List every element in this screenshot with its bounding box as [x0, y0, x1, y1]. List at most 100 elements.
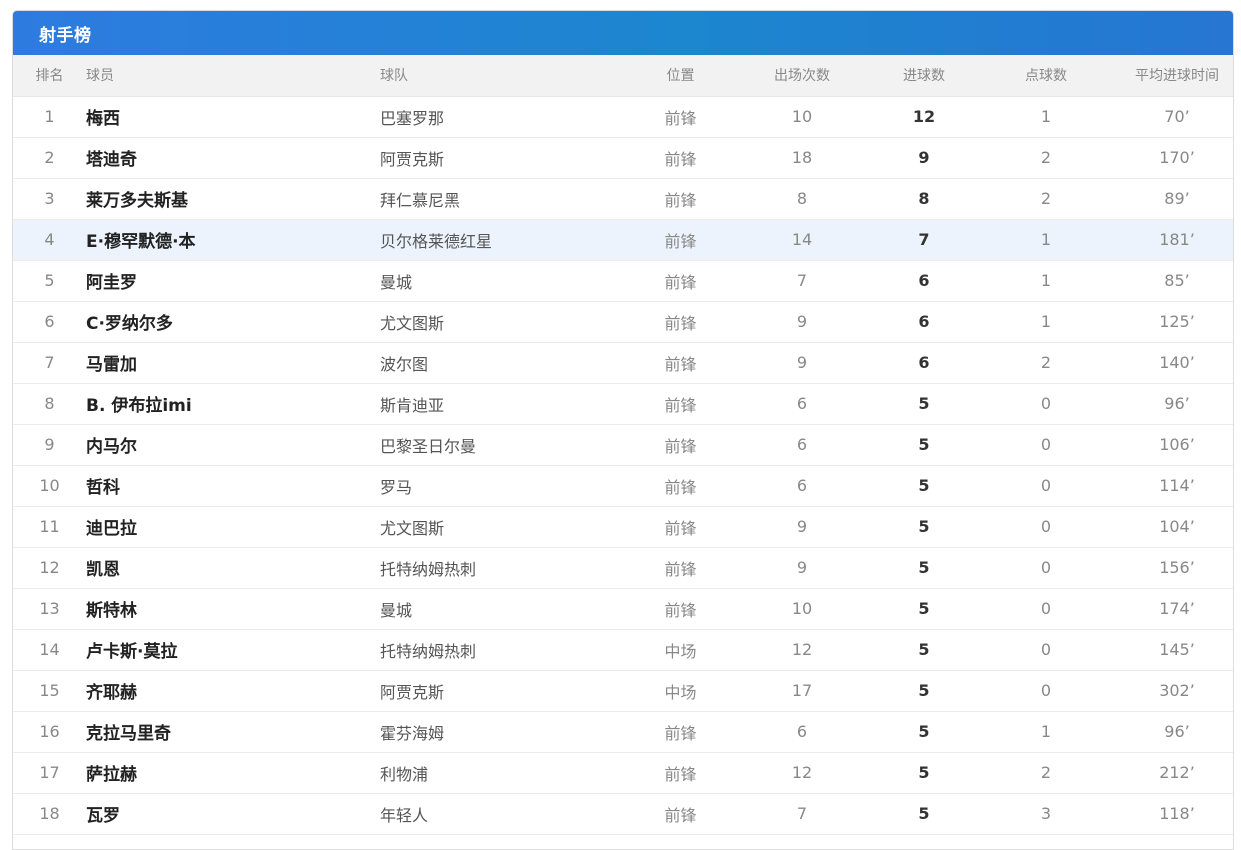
- cell-penalties: 1: [973, 711, 1119, 753]
- cell-player[interactable]: 萨拉赫: [86, 752, 380, 794]
- cell-rank: 3: [13, 178, 86, 220]
- cell-avg-goal-time: 96’: [1119, 711, 1233, 753]
- cell-goals: 5: [875, 793, 973, 835]
- header-position[interactable]: 位置: [632, 55, 729, 97]
- cell-position: 前锋: [632, 96, 729, 138]
- cell-player[interactable]: 梅西: [86, 96, 380, 138]
- cell-team[interactable]: 年轻人: [380, 793, 632, 835]
- table-row[interactable]: 15 齐耶赫 阿贾克斯 中场 17 5 0 302’: [13, 670, 1233, 712]
- table-row[interactable]: 14 卢卡斯·莫拉 托特纳姆热刺 中场 12 5 0 145’: [13, 629, 1233, 671]
- table-row[interactable]: 11 迪巴拉 尤文图斯 前锋 9 5 0 104’: [13, 506, 1233, 548]
- table-row[interactable]: 16 克拉马里奇 霍芬海姆 前锋 6 5 1 96’: [13, 711, 1233, 753]
- table-row[interactable]: 18 瓦罗 年轻人 前锋 7 5 3 118’: [13, 793, 1233, 835]
- cell-penalties: 0: [973, 506, 1119, 548]
- cell-avg-goal-time: 170’: [1119, 137, 1233, 179]
- cell-player[interactable]: B. 伊布拉imi: [86, 383, 380, 425]
- cell-appearances: 17: [729, 670, 875, 712]
- cell-penalties: 0: [973, 588, 1119, 630]
- cell-player[interactable]: 内马尔: [86, 424, 380, 466]
- cell-penalties: 0: [973, 383, 1119, 425]
- cell-avg-goal-time: 96’: [1119, 383, 1233, 425]
- cell-position: 前锋: [632, 137, 729, 179]
- cell-team[interactable]: 阿贾克斯: [380, 670, 632, 712]
- table-row[interactable]: 6 C·罗纳尔多 尤文图斯 前锋 9 6 1 125’: [13, 301, 1233, 343]
- table-row[interactable]: 8 B. 伊布拉imi 斯肯迪亚 前锋 6 5 0 96’: [13, 383, 1233, 425]
- cell-rank: 9: [13, 424, 86, 466]
- cell-rank: 1: [13, 96, 86, 138]
- cell-team[interactable]: 托特纳姆热刺: [380, 629, 632, 671]
- table-row[interactable]: 12 凯恩 托特纳姆热刺 前锋 9 5 0 156’: [13, 547, 1233, 589]
- cell-penalties: 2: [973, 752, 1119, 794]
- cell-position: 前锋: [632, 588, 729, 630]
- cell-player[interactable]: C·罗纳尔多: [86, 301, 380, 343]
- table-row[interactable]: 4 E·穆罕默德·本 贝尔格莱德红星 前锋 14 7 1 181’: [13, 219, 1233, 261]
- table-row[interactable]: 13 斯特林 曼城 前锋 10 5 0 174’: [13, 588, 1233, 630]
- cell-penalties: 2: [973, 137, 1119, 179]
- table-row[interactable]: 10 哲科 罗马 前锋 6 5 0 114’: [13, 465, 1233, 507]
- cell-player[interactable]: 迪巴拉: [86, 506, 380, 548]
- header-goals[interactable]: 进球数: [875, 55, 973, 97]
- cell-player[interactable]: 莱万多夫斯基: [86, 178, 380, 220]
- table-row[interactable]: 2 塔迪奇 阿贾克斯 前锋 18 9 2 170’: [13, 137, 1233, 179]
- cell-player[interactable]: 瓦罗: [86, 793, 380, 835]
- cell-rank: 7: [13, 342, 86, 384]
- cell-position: 前锋: [632, 342, 729, 384]
- cell-player[interactable]: 哲科: [86, 465, 380, 507]
- cell-team[interactable]: 贝尔格莱德红星: [380, 219, 632, 261]
- cell-goals: 12: [875, 96, 973, 138]
- cell-penalties: 1: [973, 96, 1119, 138]
- cell-team[interactable]: 巴黎圣日尔曼: [380, 424, 632, 466]
- cell-team[interactable]: 尤文图斯: [380, 506, 632, 548]
- header-appearances[interactable]: 出场次数: [729, 55, 875, 97]
- cell-player[interactable]: 克拉马里奇: [86, 711, 380, 753]
- header-avg-goal-time[interactable]: 平均进球时间: [1119, 55, 1233, 97]
- cell-team[interactable]: 霍芬海姆: [380, 711, 632, 753]
- header-team[interactable]: 球队: [380, 55, 632, 97]
- cell-player[interactable]: E·穆罕默德·本: [86, 219, 380, 261]
- cell-penalties: 0: [973, 424, 1119, 466]
- cell-appearances: 10: [729, 96, 875, 138]
- table-row[interactable]: 1 梅西 巴塞罗那 前锋 10 12 1 70’: [13, 96, 1233, 138]
- cell-team[interactable]: 波尔图: [380, 342, 632, 384]
- cell-rank: 2: [13, 137, 86, 179]
- cell-player[interactable]: 马雷加: [86, 342, 380, 384]
- cell-player[interactable]: 阿圭罗: [86, 260, 380, 302]
- top-scorers-panel: 射手榜 排名 球员 球队 位置 出场次数 进球数 点球数 平均进球时间 1 梅西巴…: [12, 10, 1234, 850]
- cell-appearances: 14: [729, 219, 875, 261]
- header-penalties[interactable]: 点球数: [973, 55, 1119, 97]
- cell-player[interactable]: 凯恩: [86, 547, 380, 589]
- cell-team[interactable]: 尤文图斯: [380, 301, 632, 343]
- cell-position: 中场: [632, 670, 729, 712]
- cell-avg-goal-time: 89’: [1119, 178, 1233, 220]
- cell-team[interactable]: 罗马: [380, 465, 632, 507]
- cell-rank: 8: [13, 383, 86, 425]
- cell-appearances: 9: [729, 342, 875, 384]
- table-row[interactable]: 9 内马尔 巴黎圣日尔曼 前锋 6 5 0 106’: [13, 424, 1233, 466]
- cell-team[interactable]: 阿贾克斯: [380, 137, 632, 179]
- cell-team[interactable]: 利物浦: [380, 752, 632, 794]
- table-row[interactable]: 7 马雷加 波尔图 前锋 9 6 2 140’: [13, 342, 1233, 384]
- cell-penalties: 2: [973, 178, 1119, 220]
- cell-goals: 9: [875, 137, 973, 179]
- cell-position: 前锋: [632, 711, 729, 753]
- cell-penalties: 0: [973, 629, 1119, 671]
- header-rank[interactable]: 排名: [13, 55, 86, 97]
- cell-goals: 6: [875, 301, 973, 343]
- cell-team[interactable]: 托特纳姆热刺: [380, 547, 632, 589]
- table-row[interactable]: 5 阿圭罗 曼城 前锋 7 6 1 85’: [13, 260, 1233, 302]
- table-row[interactable]: 17 萨拉赫 利物浦 前锋 12 5 2 212’: [13, 752, 1233, 794]
- cell-player[interactable]: 塔迪奇: [86, 137, 380, 179]
- cell-player[interactable]: 齐耶赫: [86, 670, 380, 712]
- cell-position: 前锋: [632, 506, 729, 548]
- cell-team[interactable]: 曼城: [380, 588, 632, 630]
- cell-position: 前锋: [632, 383, 729, 425]
- cell-team[interactable]: 巴塞罗那: [380, 96, 632, 138]
- cell-team[interactable]: 拜仁慕尼黑: [380, 178, 632, 220]
- cell-goals: 6: [875, 260, 973, 302]
- table-row[interactable]: 3 莱万多夫斯基 拜仁慕尼黑 前锋 8 8 2 89’: [13, 178, 1233, 220]
- cell-team[interactable]: 斯肯迪亚: [380, 383, 632, 425]
- header-player[interactable]: 球员: [86, 55, 380, 97]
- cell-player[interactable]: 卢卡斯·莫拉: [86, 629, 380, 671]
- cell-team[interactable]: 曼城: [380, 260, 632, 302]
- cell-player[interactable]: 斯特林: [86, 588, 380, 630]
